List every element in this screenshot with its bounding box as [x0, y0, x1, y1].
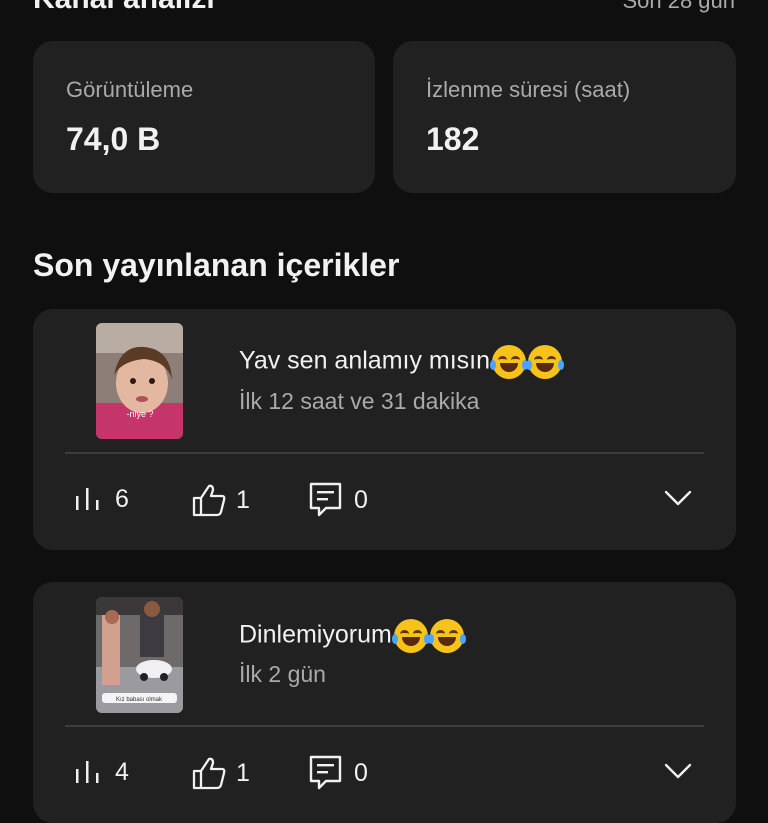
tears-of-joy-emoji	[526, 345, 565, 379]
video-title[interactable]: Dinlemiyorum	[239, 619, 466, 653]
stat-value: 182	[426, 121, 480, 157]
chevron-down-icon	[664, 490, 692, 506]
thumbs-up-icon	[192, 484, 226, 517]
tears-of-joy-emoji	[391, 619, 430, 653]
likes-metric[interactable]: 1	[190, 754, 250, 792]
comment-icon	[309, 482, 342, 517]
comments-metric[interactable]: 0	[308, 481, 368, 519]
video-title-text: Yav sen anlamıy mısın	[239, 346, 491, 375]
views-bar-icon	[76, 761, 99, 783]
stat-card-watch-time[interactable]: İzlenme süresi (saat) 182	[393, 41, 736, 193]
likes-count: 1	[236, 758, 250, 787]
video-subtitle: İlk 2 gün	[239, 661, 326, 687]
thumbnail-caption: Kız babası olmak	[116, 697, 163, 703]
video-thumbnail[interactable]: Kız babası olmak	[96, 597, 183, 713]
date-range[interactable]: Son 28 gün	[622, 0, 735, 14]
video-title[interactable]: Yav sen anlamıy mısın	[239, 345, 565, 379]
comments-count: 0	[354, 758, 368, 787]
content-card[interactable]: -niye ? Yav sen anlamıy mısın İlk 12 saa…	[33, 309, 736, 550]
tears-of-joy-emoji	[427, 619, 466, 653]
stat-label: Görüntüleme	[66, 77, 194, 102]
likes-count: 1	[236, 485, 250, 514]
video-subtitle: İlk 12 saat ve 31 dakika	[239, 388, 480, 414]
expand-button[interactable]	[664, 762, 692, 785]
page-title: Kanal analizi	[33, 0, 215, 16]
stat-value: 74,0 B	[66, 121, 161, 157]
views-count: 6	[115, 484, 129, 513]
tears-of-joy-emoji	[490, 345, 529, 379]
video-title-text: Dinlemiyorum	[239, 620, 392, 649]
section-title: Son yayınlanan içerikler	[33, 247, 400, 283]
video-thumbnail[interactable]: -niye ?	[96, 323, 183, 439]
views-count: 4	[115, 757, 129, 786]
comments-count: 0	[354, 485, 368, 514]
card-divider	[65, 725, 704, 727]
content-card[interactable]: Kız babası olmak Dinlemiyorum İlk 2 gün …	[33, 582, 736, 823]
views-bar-icon	[76, 488, 99, 510]
thumbs-up-icon	[192, 757, 226, 790]
stat-label: İzlenme süresi (saat)	[426, 77, 631, 102]
views-metric[interactable]: 4	[73, 757, 129, 787]
card-divider	[65, 452, 704, 454]
comments-metric[interactable]: 0	[308, 754, 368, 792]
expand-button[interactable]	[664, 489, 692, 512]
stat-card-views[interactable]: Görüntüleme 74,0 B	[33, 41, 375, 193]
views-metric[interactable]: 6	[73, 484, 129, 514]
comment-icon	[309, 755, 342, 790]
thumbnail-caption: -niye ?	[126, 409, 153, 419]
chevron-down-icon	[664, 763, 692, 779]
likes-metric[interactable]: 1	[190, 481, 250, 519]
